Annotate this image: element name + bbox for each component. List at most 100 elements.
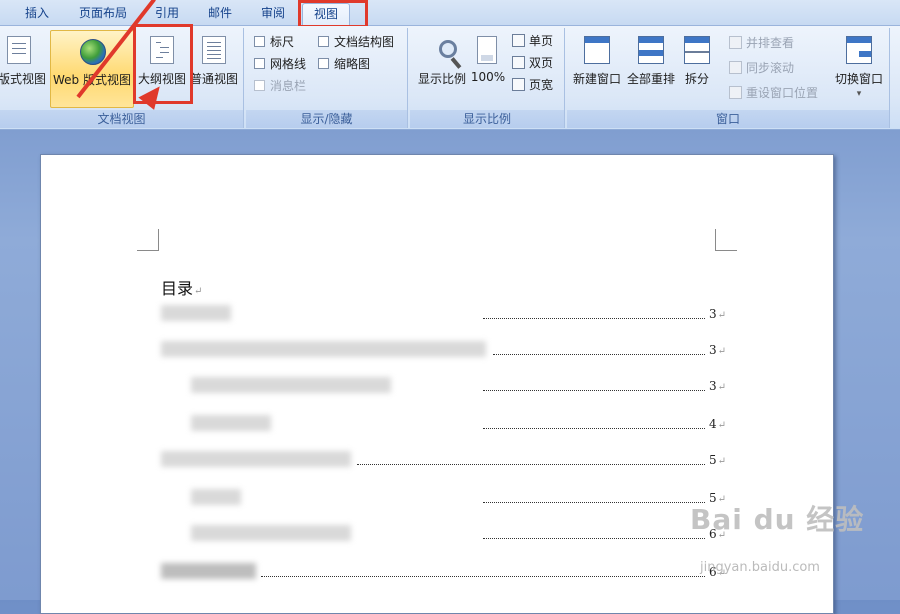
message-bar-label: 消息栏	[270, 79, 307, 93]
baidu-jingyan-watermark: Bai du 经验	[690, 503, 865, 536]
toc-entry[interactable]: 6↵	[161, 525, 741, 543]
toc-entry-text-blurred	[191, 525, 351, 541]
new-window-button[interactable]: 新建窗口	[569, 30, 625, 108]
toc-entry[interactable]: 6↵	[161, 563, 741, 581]
page-width-label: 页宽	[529, 78, 554, 92]
synchronous-scrolling-button[interactable]: 同步滚动	[729, 59, 794, 77]
new-window-icon	[582, 36, 612, 66]
chevron-down-icon: ▾	[856, 89, 862, 99]
zoom-button[interactable]: 显示比例	[414, 30, 470, 108]
crop-mark-right	[715, 229, 737, 251]
group-label-document-views: 文档视图	[0, 110, 243, 128]
new-window-label: 新建窗口	[572, 72, 621, 86]
outline-view-label: 大纲视图	[137, 72, 186, 86]
group-window: 新建窗口 全部重排 拆分 并排查看 同步滚动 重设窗口位置 切换窗口 ▾ 窗口	[567, 28, 890, 128]
toc-leader-dots	[483, 389, 705, 391]
magnifier-icon	[427, 36, 462, 69]
paragraph-mark-icon: ↵	[194, 286, 203, 297]
reset-window-position-button[interactable]: 重设窗口位置	[729, 84, 818, 102]
one-page-label: 单页	[529, 34, 554, 48]
tab-view[interactable]: 视图	[302, 3, 350, 25]
document-page[interactable]: 目录↵ 3↵ 3↵ 3↵ 4↵ 5↵ 5↵ 6↵ 6↵	[40, 154, 834, 614]
message-bar-checkbox[interactable]: 消息栏	[254, 77, 306, 95]
group-label-window: 窗口	[567, 110, 889, 128]
arrange-all-button[interactable]: 全部重排	[625, 30, 677, 108]
split-icon	[682, 36, 712, 66]
group-label-zoom: 显示比例	[410, 110, 564, 128]
toc-entry-text-blurred	[191, 489, 241, 505]
two-pages-icon	[512, 56, 525, 69]
toc-leader-dots	[483, 317, 705, 319]
toc-title: 目录↵	[161, 275, 202, 299]
toc-entry[interactable]: 3↵	[161, 341, 741, 359]
outline-icon	[147, 36, 177, 66]
toc-leader-dots	[483, 501, 705, 503]
gridlines-checkbox[interactable]: 网格线	[254, 55, 306, 73]
toc-page-number: 3↵	[709, 307, 727, 321]
print-layout-button[interactable]: 版式视图	[0, 30, 50, 108]
switch-windows-button[interactable]: 切换窗口 ▾	[829, 30, 889, 108]
view-side-by-side-button[interactable]: 并排查看	[729, 34, 794, 52]
ruler-label: 标尺	[270, 35, 295, 49]
tab-review[interactable]: 审阅	[252, 3, 294, 25]
toc-entry-text-blurred	[161, 451, 351, 467]
page-100-icon	[473, 36, 503, 66]
side-by-side-label: 并排查看	[746, 36, 795, 50]
ruler-checkbox[interactable]: 标尺	[254, 33, 294, 51]
toc-page-number: 3↵	[709, 343, 727, 357]
tab-page-layout[interactable]: 页面布局	[70, 3, 136, 25]
tab-mailings[interactable]: 邮件	[198, 3, 242, 25]
group-zoom: 显示比例 100% 单页 双页 页宽 显示比例	[410, 28, 565, 128]
toc-leader-dots	[261, 575, 705, 577]
toc-leader-dots	[483, 427, 705, 429]
arrange-all-icon	[636, 36, 666, 66]
split-button[interactable]: 拆分	[679, 30, 715, 108]
watermark-url: jingyan.baidu.com	[700, 560, 820, 575]
zoom-label: 显示比例	[417, 72, 466, 86]
switch-windows-icon	[844, 36, 874, 66]
one-page-button[interactable]: 单页	[512, 32, 553, 50]
thumbnails-checkbox[interactable]: 缩略图	[318, 55, 370, 73]
toc-entry[interactable]: 5↵	[161, 489, 741, 507]
document-map-label: 文档结构图	[334, 35, 395, 49]
page-width-button[interactable]: 页宽	[512, 76, 553, 94]
group-show-hide: 标尺 网格线 消息栏 文档结构图 缩略图 显示/隐藏	[246, 28, 408, 128]
two-pages-label: 双页	[529, 56, 554, 70]
zoom-100-label: 100%	[470, 70, 506, 84]
sync-scroll-label: 同步滚动	[746, 61, 795, 75]
zoom-100-button[interactable]: 100%	[470, 30, 506, 108]
checkbox-icon	[254, 58, 265, 69]
toc-entry-text-blurred	[191, 415, 271, 431]
checkbox-icon	[318, 36, 329, 47]
gridlines-label: 网格线	[270, 57, 307, 71]
page-width-icon	[512, 78, 525, 91]
draft-icon	[199, 36, 229, 66]
document-map-checkbox[interactable]: 文档结构图	[318, 33, 394, 51]
draft-view-button[interactable]: 普通视图	[188, 30, 240, 108]
print-layout-icon	[7, 36, 37, 66]
toc-leader-dots	[357, 463, 705, 465]
toc-page-number: 3↵	[709, 379, 727, 393]
checkbox-icon	[254, 36, 265, 47]
toc-title-text: 目录	[161, 279, 194, 298]
toc-leader-dots	[483, 537, 705, 539]
reset-position-icon	[729, 86, 742, 99]
ribbon: 版式视图 Web 版式视图 大纲视图 普通视图 文档视图 标尺 网格线 消息栏 …	[0, 26, 900, 130]
toc-entry[interactable]: 3↵	[161, 305, 741, 323]
checkbox-icon	[318, 58, 329, 69]
toc-entry[interactable]: 4↵	[161, 415, 741, 433]
toc-entry-text-blurred	[161, 563, 256, 579]
checkbox-icon	[254, 80, 265, 91]
group-label-show-hide: 显示/隐藏	[246, 110, 407, 128]
side-by-side-icon	[729, 36, 742, 49]
thumbnails-label: 缩略图	[334, 57, 371, 71]
draft-view-label: 普通视图	[189, 72, 238, 86]
toc-entry[interactable]: 3↵	[161, 377, 741, 395]
toc-entry[interactable]: 5↵	[161, 451, 741, 469]
tab-references[interactable]: 引用	[146, 3, 188, 25]
toc-page-number: 5↵	[709, 453, 727, 467]
tab-insert[interactable]: 插入	[14, 3, 60, 25]
split-label: 拆分	[684, 72, 709, 86]
two-pages-button[interactable]: 双页	[512, 54, 553, 72]
switch-windows-label: 切换窗口	[834, 72, 883, 86]
